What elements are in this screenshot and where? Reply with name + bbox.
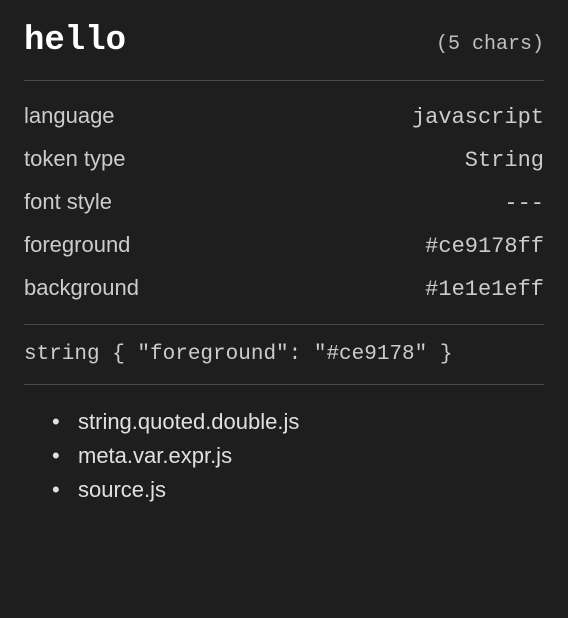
prop-label: language [24,103,115,129]
theme-rule: string { "foreground": "#ce9178" } [24,325,544,384]
token-text: hello [24,22,126,60]
prop-row-token-type: token type String [24,138,544,181]
prop-value: --- [504,191,544,216]
scope-item: meta.var.expr.js [78,439,544,473]
prop-value: #1e1e1eff [425,277,544,302]
scope-item: source.js [78,473,544,507]
prop-label: background [24,275,139,301]
prop-row-font-style: font style --- [24,181,544,224]
scope-item: string.quoted.double.js [78,405,544,439]
prop-row-language: language javascript [24,95,544,138]
char-count: (5 chars) [436,33,544,56]
prop-label: font style [24,189,112,215]
prop-row-background: background #1e1e1eff [24,267,544,310]
prop-label: foreground [24,232,130,258]
token-properties: language javascript token type String fo… [24,81,544,324]
prop-value: String [465,148,544,173]
inspector-header: hello (5 chars) [24,22,544,60]
prop-row-foreground: foreground #ce9178ff [24,224,544,267]
textmate-scopes: string.quoted.double.js meta.var.expr.js… [24,385,544,507]
prop-value: #ce9178ff [425,234,544,259]
prop-value: javascript [412,105,544,130]
prop-label: token type [24,146,126,172]
